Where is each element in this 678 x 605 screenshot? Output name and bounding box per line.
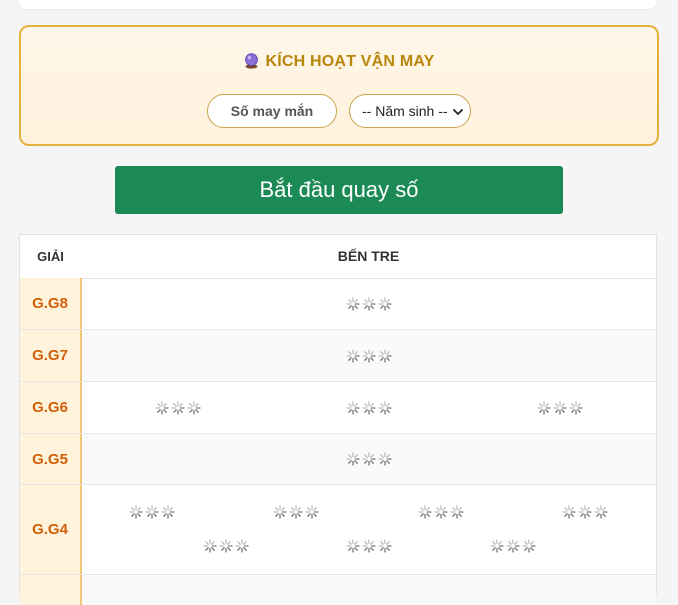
loading-spinner-icon [346,539,392,553]
top-card [19,0,657,9]
luck-panel-title: KÍCH HOẠT VẬN MAY [21,52,657,71]
lucky-number-label: Số may mắn [230,103,314,119]
loading-spinner-icon [346,452,392,466]
prize-label: G.G4 [20,485,82,574]
prize-values [82,278,656,329]
loading-spinner-icon [129,505,175,519]
chevron-down-icon [453,109,463,115]
prize-values [82,330,656,381]
loading-spinner-icon [346,348,392,363]
table-row: G.G6 [20,382,656,434]
luck-activation-panel: KÍCH HOẠT VẬN MAY Số may mắn -- Năm sinh… [19,25,659,146]
crystal-ball-icon [245,53,259,69]
prize-values [82,575,656,605]
prize-values [82,434,656,484]
start-spin-button[interactable]: Bắt đầu quay số [115,166,563,214]
loading-spinner-icon [346,400,392,415]
results-table: GIẢI BẾN TRE G.G8 G.G7 G.G6 G.G5 G.G4 [19,234,657,605]
prize-label [20,575,82,605]
province-column-header: BẾN TRE [337,248,400,264]
results-header-row: GIẢI BẾN TRE [20,235,656,279]
loading-spinner-icon [562,505,609,519]
prize-column-header: GIẢI [37,249,64,264]
loading-spinner-icon [346,296,392,311]
prize-label: G.G6 [20,382,82,433]
loading-spinner-icon [155,400,201,415]
prize-label: G.G8 [20,278,82,329]
table-row: G.G7 [20,330,656,382]
loading-spinner-icon [489,539,536,553]
birth-year-select[interactable]: -- Năm sinh -- [349,94,471,128]
prize-label: G.G7 [20,330,82,381]
luck-panel-title-text: KÍCH HOẠT VẬN MAY [265,53,435,70]
loading-spinner-icon [418,505,464,519]
prize-values [82,382,656,433]
prize-label: G.G5 [20,434,82,484]
table-row: G.G8 [20,278,656,330]
loading-spinner-icon [537,400,583,415]
table-row: G.G4 [20,485,656,575]
prize-values [82,485,656,574]
birth-year-selected: -- Năm sinh -- [362,103,448,119]
loading-spinner-icon [273,505,319,519]
lucky-number-button[interactable]: Số may mắn [207,94,337,128]
loading-spinner-icon [202,539,249,553]
table-row [20,575,656,605]
table-row: G.G5 [20,434,656,485]
